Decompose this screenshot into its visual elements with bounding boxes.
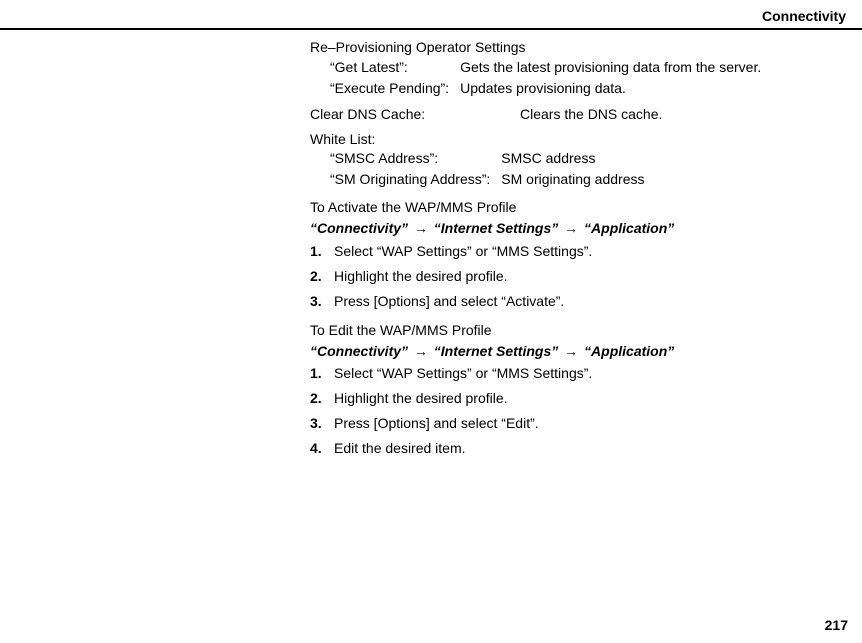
list-item: 3.Press [Options] and select “Activate”. [310,292,832,311]
whitelist-item-label: “SM Originating Address”: [310,169,500,190]
reprov-item-desc: Gets the latest provisioning data from t… [459,57,762,78]
edit-steps: 1.Select “WAP Settings” or “MMS Settings… [310,364,832,458]
list-item: 2.Highlight the desired profile. [310,389,832,408]
clear-dns-label: Clear DNS Cache: [310,105,520,124]
list-item: 1.Select “WAP Settings” or “MMS Settings… [310,242,832,261]
step-text: Edit the desired item. [334,440,466,456]
activate-heading: To Activate the WAP/MMS Profile [310,198,832,217]
nav-path-segment: “Application” [584,343,674,359]
reprov-item-label: “Execute Pending”: [310,78,459,99]
whitelist-item-desc: SMSC address [500,148,645,169]
step-text: Select “WAP Settings” or “MMS Settings”. [334,243,592,259]
arrow-icon: → [562,343,580,359]
nav-path-segment: “Internet Settings” [434,220,558,236]
reprov-table: “Get Latest”: Gets the latest provisioni… [310,57,762,99]
table-row: “Get Latest”: Gets the latest provisioni… [310,57,762,78]
nav-path-segment: “Connectivity” [310,220,408,236]
list-item: 1.Select “WAP Settings” or “MMS Settings… [310,364,832,383]
reprov-item-label: “Get Latest”: [310,57,459,78]
page-content: Re–Provisioning Operator Settings “Get L… [310,38,832,458]
list-item: 2.Highlight the desired profile. [310,267,832,286]
nav-path-segment: “Connectivity” [310,343,408,359]
reprov-title: Re–Provisioning Operator Settings [310,38,832,57]
step-text: Press [Options] and select “Edit”. [334,415,539,431]
arrow-icon: → [412,343,430,359]
whitelist-title: White List: [310,130,832,149]
nav-path-segment: “Internet Settings” [434,343,558,359]
list-item: 3.Press [Options] and select “Edit”. [310,414,832,433]
clear-dns-row: Clear DNS Cache: Clears the DNS cache. [310,105,832,124]
reprov-item-desc: Updates provisioning data. [459,78,762,99]
clear-dns-desc: Clears the DNS cache. [520,105,662,124]
whitelist-table: “SMSC Address”: SMSC address “SM Origina… [310,148,645,190]
table-row: “SMSC Address”: SMSC address [310,148,645,169]
edit-heading: To Edit the WAP/MMS Profile [310,321,832,340]
whitelist-item-label: “SMSC Address”: [310,148,500,169]
nav-path-segment: “Application” [584,220,674,236]
step-text: Select “WAP Settings” or “MMS Settings”. [334,365,592,381]
page-number: 217 [825,617,848,633]
step-text: Press [Options] and select “Activate”. [334,293,564,309]
activate-steps: 1.Select “WAP Settings” or “MMS Settings… [310,242,832,311]
page-header-title: Connectivity [0,0,862,28]
horizontal-rule [0,28,862,30]
activate-nav-path: “Connectivity” → “Internet Settings” → “… [310,219,832,238]
table-row: “SM Originating Address”: SM originating… [310,169,645,190]
step-text: Highlight the desired profile. [334,390,508,406]
arrow-icon: → [412,220,430,236]
whitelist-item-desc: SM originating address [500,169,645,190]
list-item: 4.Edit the desired item. [310,439,832,458]
table-row: “Execute Pending”: Updates provisioning … [310,78,762,99]
step-text: Highlight the desired profile. [334,268,508,284]
arrow-icon: → [562,220,580,236]
edit-nav-path: “Connectivity” → “Internet Settings” → “… [310,342,832,361]
